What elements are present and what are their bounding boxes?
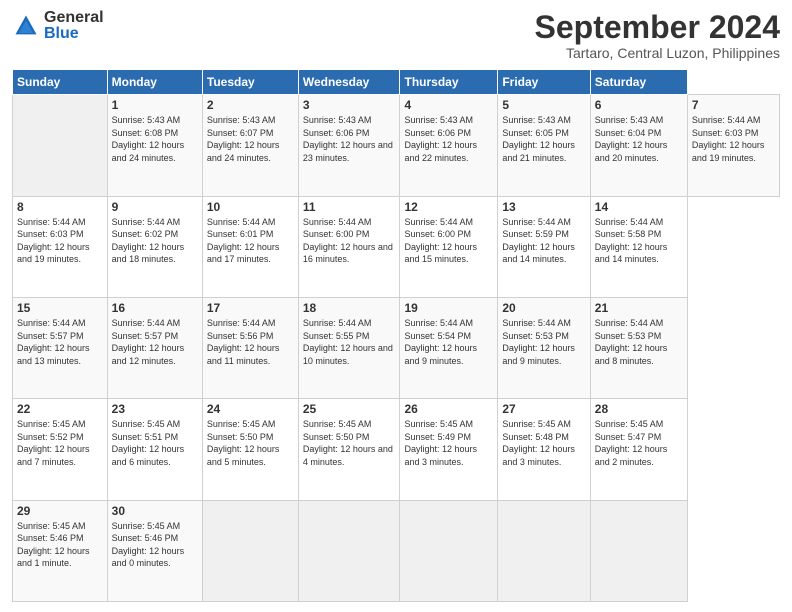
header-row: Sunday Monday Tuesday Wednesday Thursday… (13, 70, 780, 95)
calendar-header: Sunday Monday Tuesday Wednesday Thursday… (13, 70, 780, 95)
table-row: 17Sunrise: 5:44 AMSunset: 5:56 PMDayligh… (202, 297, 298, 398)
table-row: 24Sunrise: 5:45 AMSunset: 5:50 PMDayligh… (202, 399, 298, 500)
table-row: 16Sunrise: 5:44 AMSunset: 5:57 PMDayligh… (107, 297, 202, 398)
table-row: 1Sunrise: 5:43 AMSunset: 6:08 PMDaylight… (107, 95, 202, 196)
table-row: 7Sunrise: 5:44 AMSunset: 6:03 PMDaylight… (687, 95, 779, 196)
calendar-week-1: 1Sunrise: 5:43 AMSunset: 6:08 PMDaylight… (13, 95, 780, 196)
table-row: 30Sunrise: 5:45 AMSunset: 5:46 PMDayligh… (107, 500, 202, 601)
table-row: 22Sunrise: 5:45 AMSunset: 5:52 PMDayligh… (13, 399, 108, 500)
table-row: 6Sunrise: 5:43 AMSunset: 6:04 PMDaylight… (590, 95, 687, 196)
table-row: 23Sunrise: 5:45 AMSunset: 5:51 PMDayligh… (107, 399, 202, 500)
col-wednesday: Wednesday (298, 70, 400, 95)
table-row: 18Sunrise: 5:44 AMSunset: 5:55 PMDayligh… (298, 297, 400, 398)
table-row: 13Sunrise: 5:44 AMSunset: 5:59 PMDayligh… (498, 196, 590, 297)
table-row: 11Sunrise: 5:44 AMSunset: 6:00 PMDayligh… (298, 196, 400, 297)
table-row: 5Sunrise: 5:43 AMSunset: 6:05 PMDaylight… (498, 95, 590, 196)
table-row: 9Sunrise: 5:44 AMSunset: 6:02 PMDaylight… (107, 196, 202, 297)
logo-text: General Blue (44, 10, 104, 42)
logo-blue: Blue (44, 26, 104, 42)
col-monday: Monday (107, 70, 202, 95)
logo: General Blue (12, 10, 104, 42)
calendar-week-2: 8Sunrise: 5:44 AMSunset: 6:03 PMDaylight… (13, 196, 780, 297)
location: Tartaro, Central Luzon, Philippines (535, 45, 780, 61)
table-row (202, 500, 298, 601)
calendar-week-5: 29Sunrise: 5:45 AMSunset: 5:46 PMDayligh… (13, 500, 780, 601)
table-row: 29Sunrise: 5:45 AMSunset: 5:46 PMDayligh… (13, 500, 108, 601)
col-friday: Friday (498, 70, 590, 95)
table-row (13, 95, 108, 196)
table-row: 20Sunrise: 5:44 AMSunset: 5:53 PMDayligh… (498, 297, 590, 398)
calendar-body: 1Sunrise: 5:43 AMSunset: 6:08 PMDaylight… (13, 95, 780, 602)
col-tuesday: Tuesday (202, 70, 298, 95)
table-row: 27Sunrise: 5:45 AMSunset: 5:48 PMDayligh… (498, 399, 590, 500)
page: General Blue September 2024 Tartaro, Cen… (0, 0, 792, 612)
table-row (298, 500, 400, 601)
table-row (400, 500, 498, 601)
table-row: 8Sunrise: 5:44 AMSunset: 6:03 PMDaylight… (13, 196, 108, 297)
logo-icon (12, 12, 40, 40)
table-row: 21Sunrise: 5:44 AMSunset: 5:53 PMDayligh… (590, 297, 687, 398)
table-row: 2Sunrise: 5:43 AMSunset: 6:07 PMDaylight… (202, 95, 298, 196)
table-row: 10Sunrise: 5:44 AMSunset: 6:01 PMDayligh… (202, 196, 298, 297)
month-title: September 2024 (535, 10, 780, 45)
table-row: 15Sunrise: 5:44 AMSunset: 5:57 PMDayligh… (13, 297, 108, 398)
table-row: 14Sunrise: 5:44 AMSunset: 5:58 PMDayligh… (590, 196, 687, 297)
table-row (590, 500, 687, 601)
logo-general: General (44, 10, 104, 26)
table-row: 4Sunrise: 5:43 AMSunset: 6:06 PMDaylight… (400, 95, 498, 196)
table-row: 28Sunrise: 5:45 AMSunset: 5:47 PMDayligh… (590, 399, 687, 500)
header: General Blue September 2024 Tartaro, Cen… (12, 10, 780, 61)
col-saturday: Saturday (590, 70, 687, 95)
table-row: 25Sunrise: 5:45 AMSunset: 5:50 PMDayligh… (298, 399, 400, 500)
calendar-week-4: 22Sunrise: 5:45 AMSunset: 5:52 PMDayligh… (13, 399, 780, 500)
table-row: 12Sunrise: 5:44 AMSunset: 6:00 PMDayligh… (400, 196, 498, 297)
table-row: 26Sunrise: 5:45 AMSunset: 5:49 PMDayligh… (400, 399, 498, 500)
col-thursday: Thursday (400, 70, 498, 95)
table-row: 19Sunrise: 5:44 AMSunset: 5:54 PMDayligh… (400, 297, 498, 398)
calendar-week-3: 15Sunrise: 5:44 AMSunset: 5:57 PMDayligh… (13, 297, 780, 398)
table-row (498, 500, 590, 601)
table-row: 3Sunrise: 5:43 AMSunset: 6:06 PMDaylight… (298, 95, 400, 196)
title-area: September 2024 Tartaro, Central Luzon, P… (535, 10, 780, 61)
col-sunday: Sunday (13, 70, 108, 95)
calendar-table: Sunday Monday Tuesday Wednesday Thursday… (12, 69, 780, 602)
